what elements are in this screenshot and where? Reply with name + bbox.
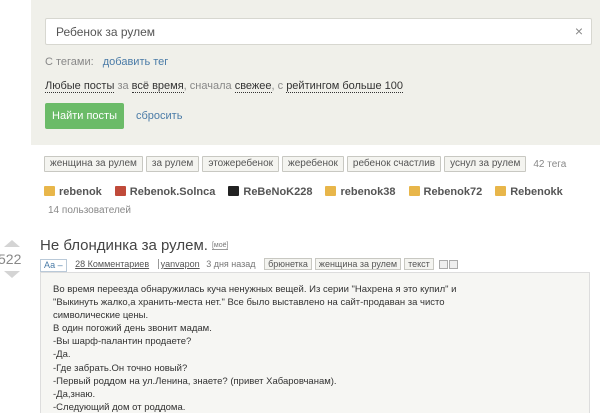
- user-name: Rebenok72: [423, 186, 483, 198]
- user-link[interactable]: Rebenok72: [408, 184, 483, 200]
- post-title[interactable]: Не блондинка за рулем. [моё]: [40, 237, 229, 254]
- pen-icon: [157, 259, 159, 269]
- author-block: yanvapon: [157, 259, 200, 270]
- post-tags: брюнетка женщина за рулем текст: [264, 258, 437, 270]
- users-count-link[interactable]: 14 пользователей: [48, 205, 131, 216]
- post-line: -Следующий дом от роддома.: [53, 401, 186, 413]
- period-select[interactable]: всё время: [131, 80, 184, 93]
- post-body: Во время переезда обнаружилась куча нену…: [40, 272, 590, 413]
- avatar-icon: [114, 186, 126, 196]
- post-line: В один погожий день звонит мадам.: [53, 323, 212, 335]
- user-link[interactable]: Rebenokk: [495, 184, 563, 200]
- post-line: Во время переезда обнаружилась куча нену…: [53, 284, 457, 295]
- avatar-icon: [44, 186, 55, 196]
- search-box[interactable]: ×: [45, 18, 592, 45]
- close-icon[interactable]: ×: [575, 24, 583, 38]
- post-tag[interactable]: женщина за рулем: [314, 258, 402, 270]
- add-tag-link[interactable]: добавить тег: [103, 56, 169, 68]
- tag-item[interactable]: ребенок счастлив: [346, 156, 442, 172]
- user-name: rebenok: [59, 186, 102, 198]
- tag-item[interactable]: этожеребенок: [202, 156, 280, 172]
- comments-link[interactable]: 28 Комментариев: [75, 259, 149, 270]
- tags-filter-row: С тегами: добавить тег: [45, 56, 168, 68]
- user-link[interactable]: rebenok: [44, 184, 102, 200]
- post-line: -Да.: [53, 349, 71, 361]
- find-posts-button[interactable]: Найти посты: [45, 103, 124, 129]
- post-meta: Аа – 28 Комментариев yanvapon 3 дня наза…: [40, 258, 459, 272]
- user-name: rebenok38: [340, 186, 396, 198]
- post-line: "Выкинуть жалко,а хранить-места нет." Вс…: [53, 297, 445, 309]
- tag-item[interactable]: женщина за рулем: [44, 156, 143, 172]
- sort-row: Любые посты за всё время, сначала свежее…: [45, 80, 404, 93]
- tag-item[interactable]: уснул за рулем: [444, 156, 527, 172]
- font-size-toggle[interactable]: Аа –: [40, 259, 67, 272]
- user-name: ReBeNoK228: [243, 186, 313, 198]
- tag-item[interactable]: жеребенок: [282, 156, 344, 172]
- order-select[interactable]: свежее: [234, 80, 272, 93]
- plus-icon[interactable]: [449, 260, 459, 269]
- reset-link[interactable]: сбросить: [136, 110, 182, 122]
- post-line: -Да,знаю.: [53, 388, 96, 400]
- post-rating: 522: [0, 251, 22, 267]
- mine-badge: [моё]: [211, 242, 229, 250]
- avatar-icon: [495, 186, 507, 196]
- tag-item[interactable]: за рулем: [145, 156, 200, 172]
- user-name: Rebenokk: [510, 186, 563, 198]
- author-link[interactable]: yanvapon: [161, 259, 200, 269]
- avatar-icon: [408, 186, 420, 196]
- search-input[interactable]: [46, 19, 591, 44]
- post-title-text[interactable]: Не блондинка за рулем.: [40, 237, 208, 254]
- user-name: Rebenok.Solnca: [129, 186, 216, 198]
- post-tag[interactable]: текст: [404, 258, 434, 270]
- user-link[interactable]: Rebenok.Solnca: [114, 184, 216, 200]
- user-link[interactable]: rebenok38: [325, 184, 396, 200]
- user-link[interactable]: ReBeNoK228: [228, 184, 312, 200]
- tag-cloud: женщина за рулем за рулем этожеребенок жере…: [44, 156, 600, 174]
- sort-text-with: , с: [271, 80, 284, 92]
- avatar-icon: [228, 186, 240, 196]
- sort-text-first: , сначала: [183, 80, 232, 92]
- avatar-icon: [325, 186, 337, 196]
- tags-label: С тегами:: [45, 56, 94, 68]
- search-panel: × С тегами: добавить тег Любые посты за …: [31, 0, 600, 145]
- minus-icon[interactable]: [439, 260, 449, 269]
- post-line: -Вы шарф-палантин продаете?: [53, 336, 192, 348]
- post-line: -Первый роддом на ул.Ленина, знаете? (пр…: [53, 375, 337, 387]
- post-line: символические цены.: [53, 310, 149, 322]
- downvote-icon[interactable]: [4, 271, 20, 278]
- post-line: -Где забрать.Он точно новый?: [53, 362, 188, 374]
- post-tag[interactable]: брюнетка: [264, 258, 312, 270]
- post-time: 3 дня назад: [206, 259, 256, 269]
- post-type-select[interactable]: Любые посты: [45, 80, 115, 93]
- users-row: rebenok Rebenok.Solnca ReBeNoK228 rebenok38…: [44, 184, 576, 200]
- tag-count-link[interactable]: 42 тега: [533, 157, 566, 173]
- sort-text-za: за: [117, 80, 129, 92]
- upvote-icon[interactable]: [4, 240, 20, 247]
- rating-select[interactable]: рейтингом больше 100: [286, 80, 404, 93]
